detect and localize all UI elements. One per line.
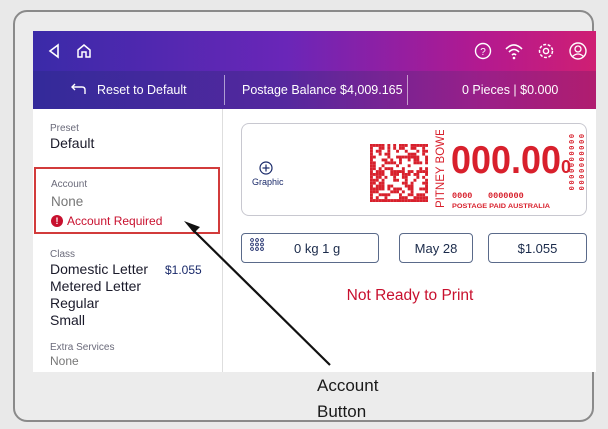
annotation-line-2: Button (317, 402, 367, 421)
annotation-label: Account Button (317, 373, 378, 425)
annotation-line-1: Account (317, 376, 379, 395)
annotation-arrow (184, 221, 331, 366)
